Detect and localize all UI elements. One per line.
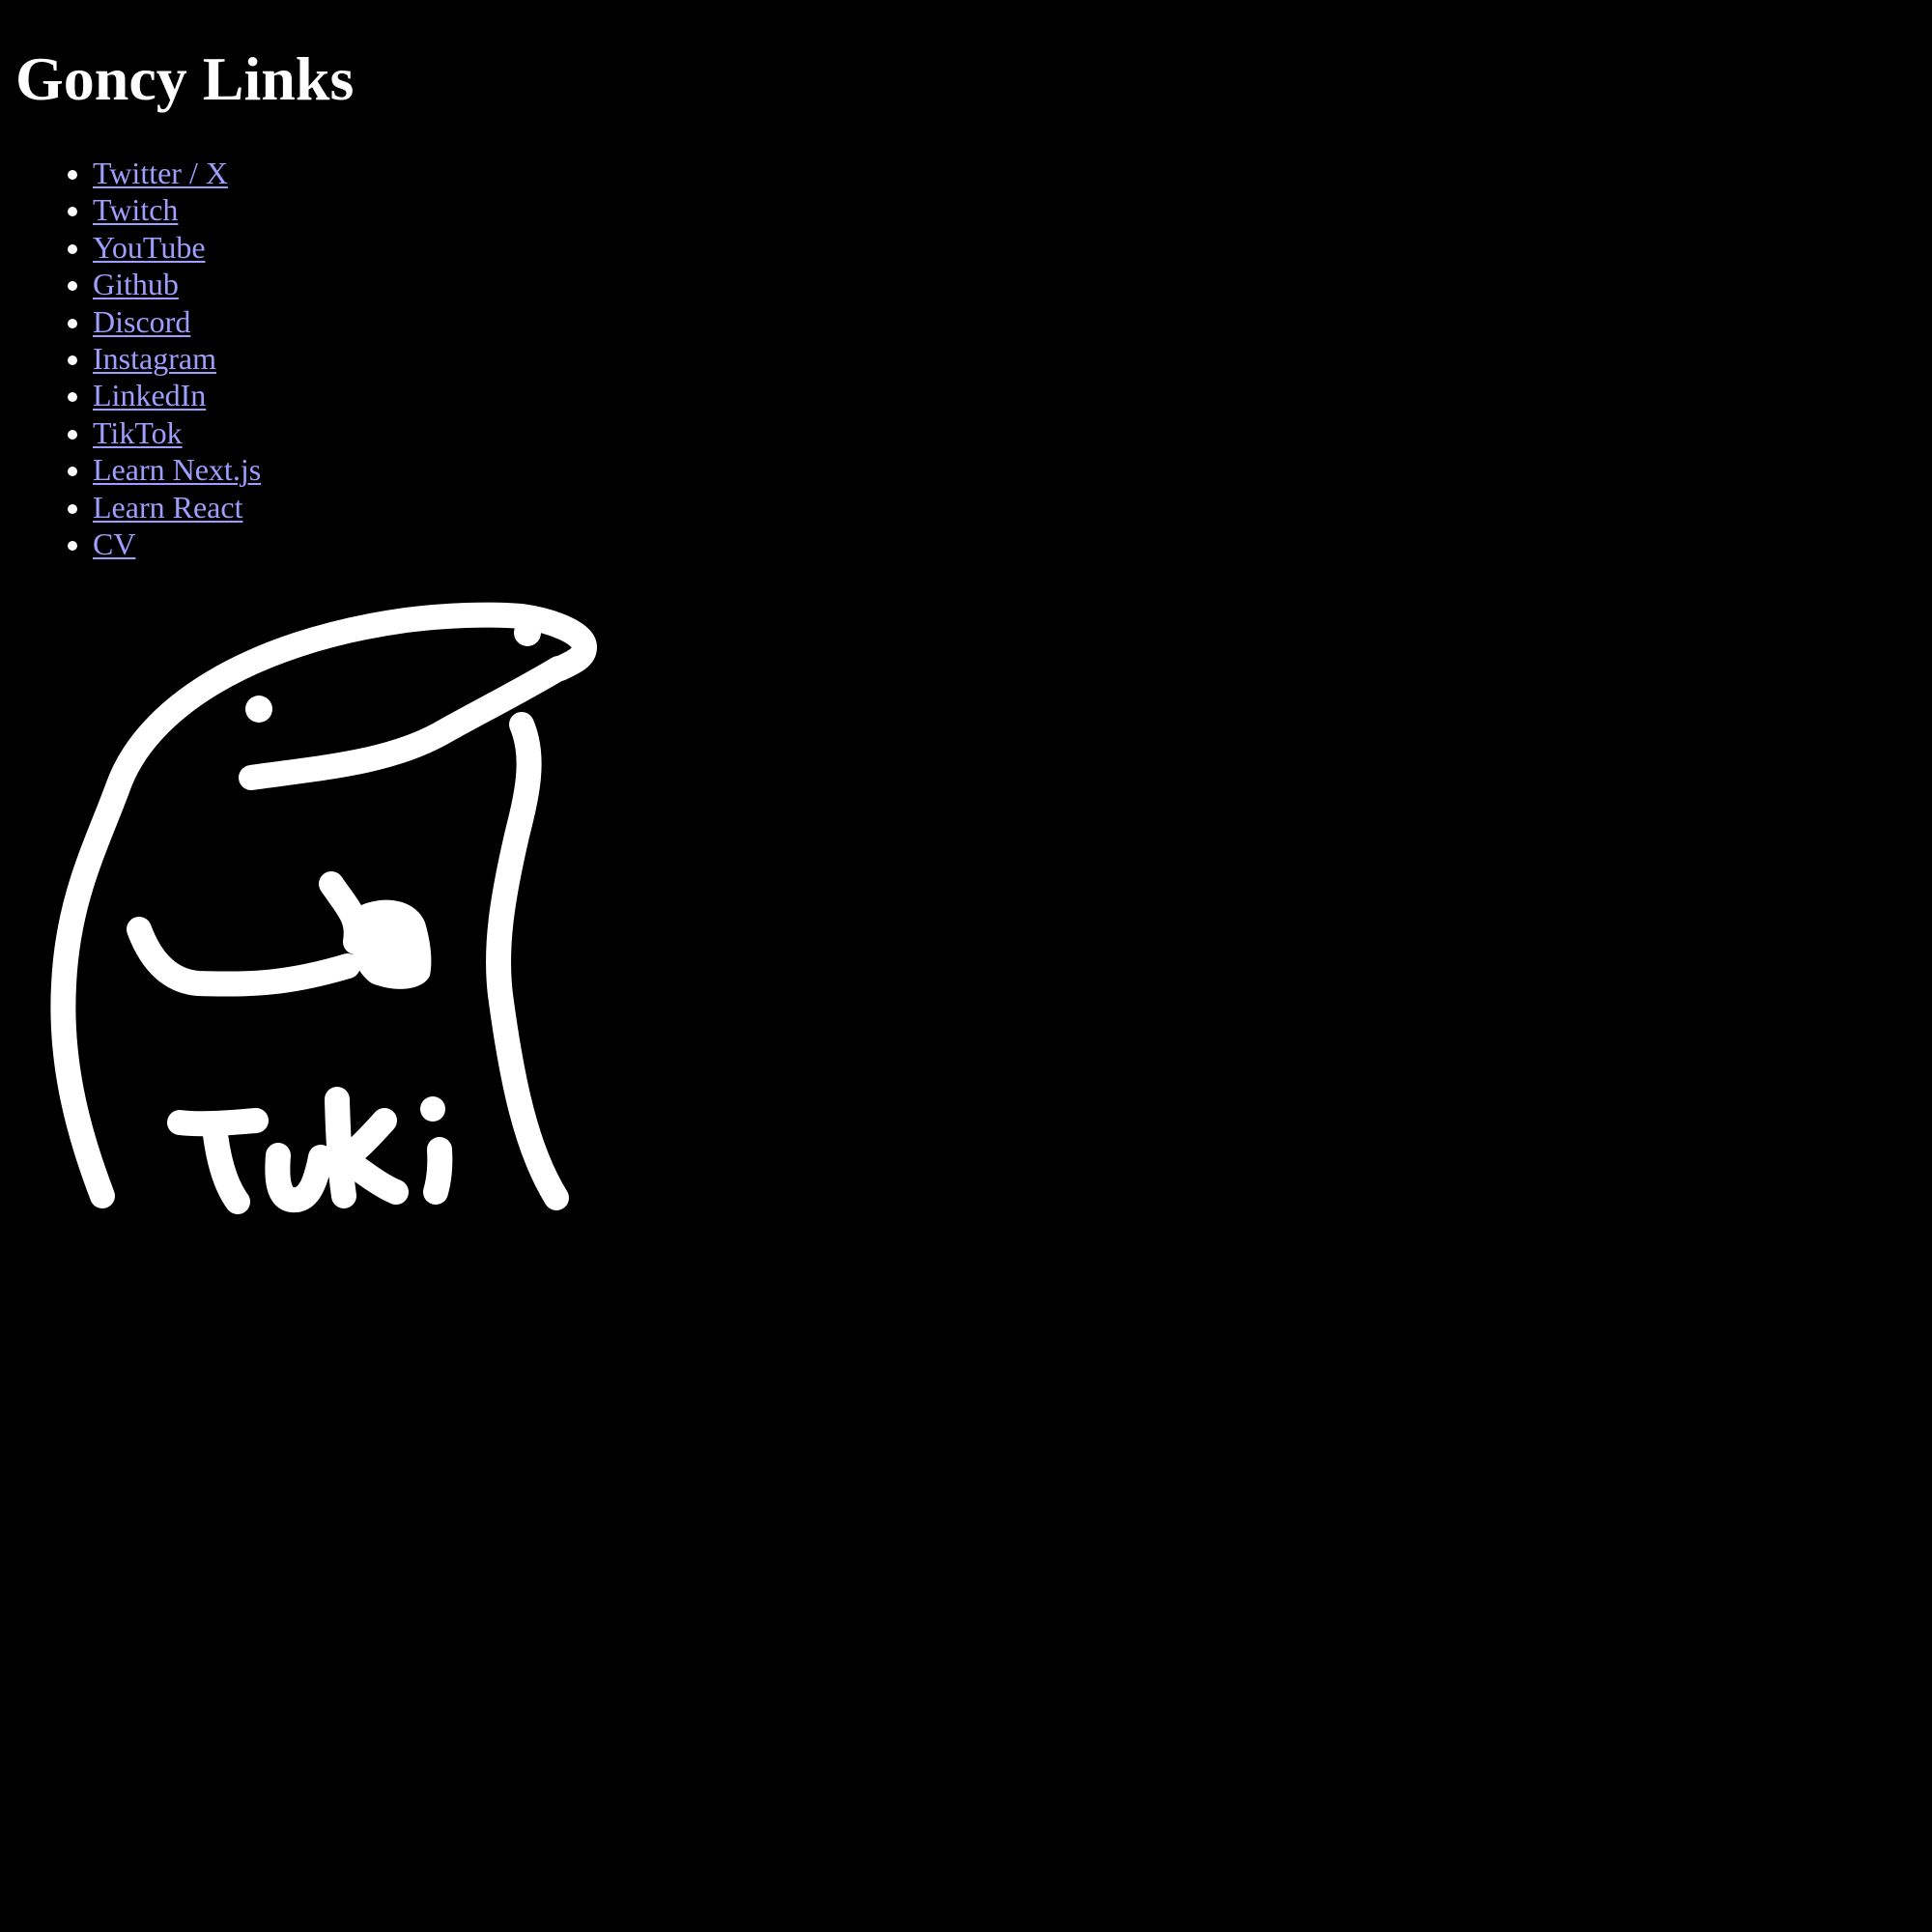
list-item: LinkedIn [93, 377, 261, 413]
link-youtube[interactable]: YouTube [93, 230, 206, 265]
tuki-mascot-icon [50, 602, 597, 1214]
list-item: TikTok [93, 414, 261, 451]
list-item: Github [93, 266, 261, 302]
link-twitch[interactable]: Twitch [93, 192, 178, 227]
list-item: Twitter / X [93, 155, 261, 191]
link-cv[interactable]: CV [93, 526, 135, 561]
link-learn-react[interactable]: Learn React [93, 490, 242, 525]
list-item: Learn Next.js [93, 451, 261, 488]
link-tiktok[interactable]: TikTok [93, 415, 183, 450]
page-title: Goncy Links [15, 44, 355, 113]
list-item: Instagram [93, 340, 261, 377]
link-list: Twitter / X Twitch YouTube Github Discor… [0, 155, 261, 562]
link-github[interactable]: Github [93, 267, 179, 301]
list-item: YouTube [93, 229, 261, 266]
list-item: Twitch [93, 191, 261, 228]
link-learn-nextjs[interactable]: Learn Next.js [93, 452, 261, 487]
link-linkedin[interactable]: LinkedIn [93, 378, 206, 412]
list-item: Discord [93, 303, 261, 340]
link-discord[interactable]: Discord [93, 304, 190, 339]
list-item: CV [93, 526, 261, 562]
list-item: Learn React [93, 489, 261, 526]
page: Goncy Links Twitter / X Twitch YouTube G… [0, 0, 1932, 1932]
link-twitter[interactable]: Twitter / X [93, 156, 228, 190]
link-instagram[interactable]: Instagram [93, 341, 216, 376]
